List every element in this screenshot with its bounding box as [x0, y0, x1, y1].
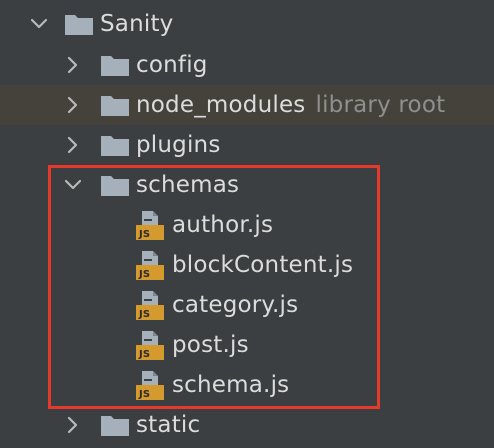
library-root-hint: library root — [315, 92, 446, 118]
project-tree: Sanity config node_modules library root p… — [0, 0, 494, 448]
chevron-right-icon[interactable] — [62, 134, 84, 156]
tree-node-label: plugins — [136, 132, 221, 158]
chevron-right-icon[interactable] — [62, 94, 84, 116]
chevron-down-icon[interactable] — [28, 13, 50, 35]
tree-node-sanity[interactable]: Sanity — [0, 4, 494, 44]
folder-icon — [100, 53, 130, 77]
chevron-right-icon[interactable] — [62, 414, 84, 436]
tree-node-label: static — [136, 412, 201, 438]
tree-node-plugins[interactable]: plugins — [0, 125, 494, 165]
folder-icon — [100, 93, 130, 117]
tree-node-static[interactable]: static — [0, 405, 494, 445]
annotation-highlight-box — [48, 165, 380, 409]
tree-node-label: node_modules — [136, 92, 306, 118]
tree-node-node-modules[interactable]: node_modules library root — [0, 85, 494, 125]
tree-node-label: config — [136, 52, 208, 78]
folder-icon — [100, 133, 130, 157]
tree-node-label-group: node_modules library root — [136, 92, 445, 118]
folder-icon — [100, 413, 130, 437]
folder-icon — [64, 12, 94, 36]
chevron-right-icon[interactable] — [62, 54, 84, 76]
tree-node-config[interactable]: config — [0, 45, 494, 85]
tree-node-label: Sanity — [100, 11, 174, 37]
